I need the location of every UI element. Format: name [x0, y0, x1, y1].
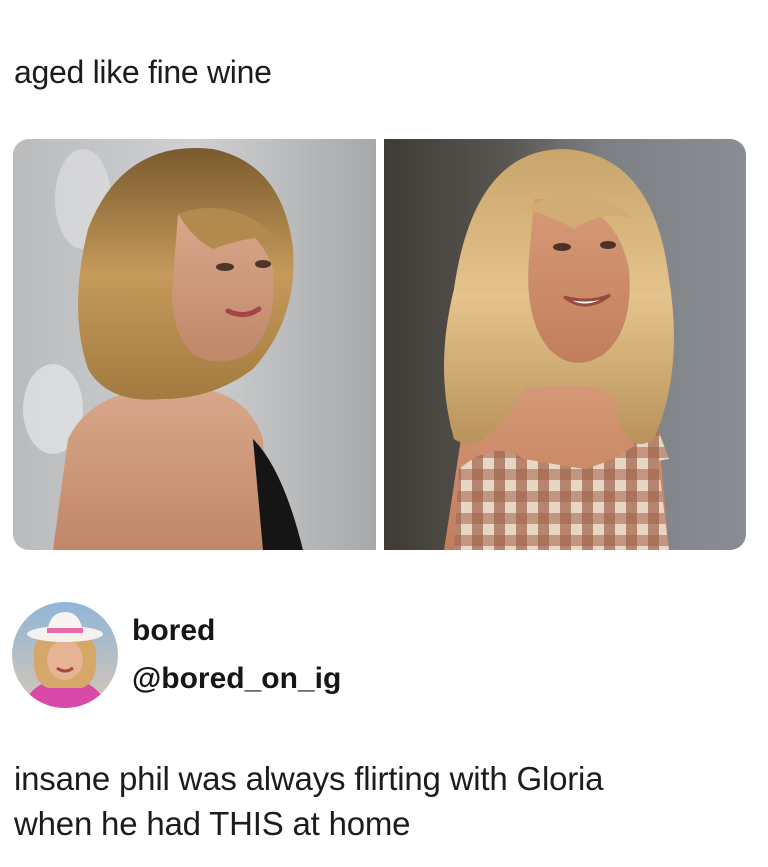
meme-post: { "caption": "aged like fine wine", "pho…	[0, 0, 768, 867]
author-profile: bored @bored_on_ig	[12, 602, 732, 710]
young-woman-photo-icon	[13, 139, 376, 550]
caption: aged like fine wine	[14, 54, 272, 90]
display-name[interactable]: bored	[132, 614, 215, 648]
older-woman-photo-icon	[384, 139, 746, 550]
post-line: when he had THIS at home	[14, 805, 411, 842]
post-line: insane phil was always flirting with Glo…	[14, 760, 604, 797]
user-handle[interactable]: @bored_on_ig	[132, 662, 341, 696]
photo-divider	[376, 139, 384, 550]
left-photo[interactable]	[13, 139, 376, 550]
post-body: insane phil was always flirting with Glo…	[14, 756, 754, 846]
right-photo[interactable]	[384, 139, 746, 550]
photo-comparison	[13, 139, 746, 550]
avatar[interactable]	[12, 602, 118, 708]
cowgirl-avatar-icon	[12, 602, 118, 708]
